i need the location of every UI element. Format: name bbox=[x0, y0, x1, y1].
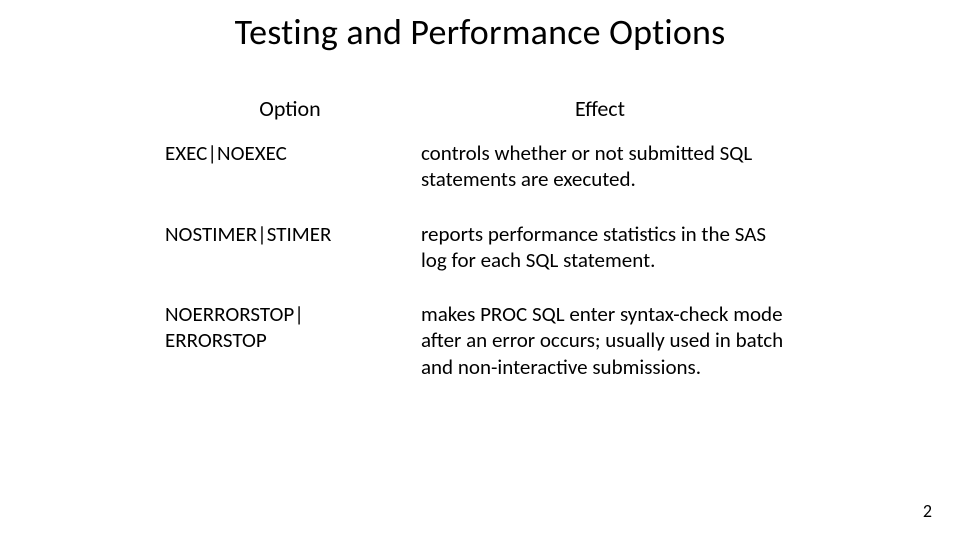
cell-effect: controls whether or not submitted SQL st… bbox=[421, 140, 785, 193]
cell-effect: makes PROC SQL enter syntax-check mode a… bbox=[421, 301, 785, 380]
cell-effect: reports performance statistics in the SA… bbox=[421, 221, 785, 274]
table-row: NOERRORSTOP| ERRORSTOP makes PROC SQL en… bbox=[165, 301, 785, 380]
header-option: Option bbox=[165, 95, 415, 122]
cell-option: NOERRORSTOP| ERRORSTOP bbox=[165, 301, 421, 354]
page-number: 2 bbox=[923, 500, 932, 522]
slide: Testing and Performance Options Option E… bbox=[0, 0, 960, 540]
options-table: Option Effect EXEC|NOEXEC controls wheth… bbox=[165, 95, 785, 408]
table-row: EXEC|NOEXEC controls whether or not subm… bbox=[165, 140, 785, 193]
header-effect: Effect bbox=[415, 95, 785, 122]
page-title: Testing and Performance Options bbox=[0, 10, 960, 54]
cell-option: EXEC|NOEXEC bbox=[165, 140, 421, 166]
cell-option: NOSTIMER|STIMER bbox=[165, 221, 421, 247]
table-header-row: Option Effect bbox=[165, 95, 785, 122]
table-row: NOSTIMER|STIMER reports performance stat… bbox=[165, 221, 785, 274]
